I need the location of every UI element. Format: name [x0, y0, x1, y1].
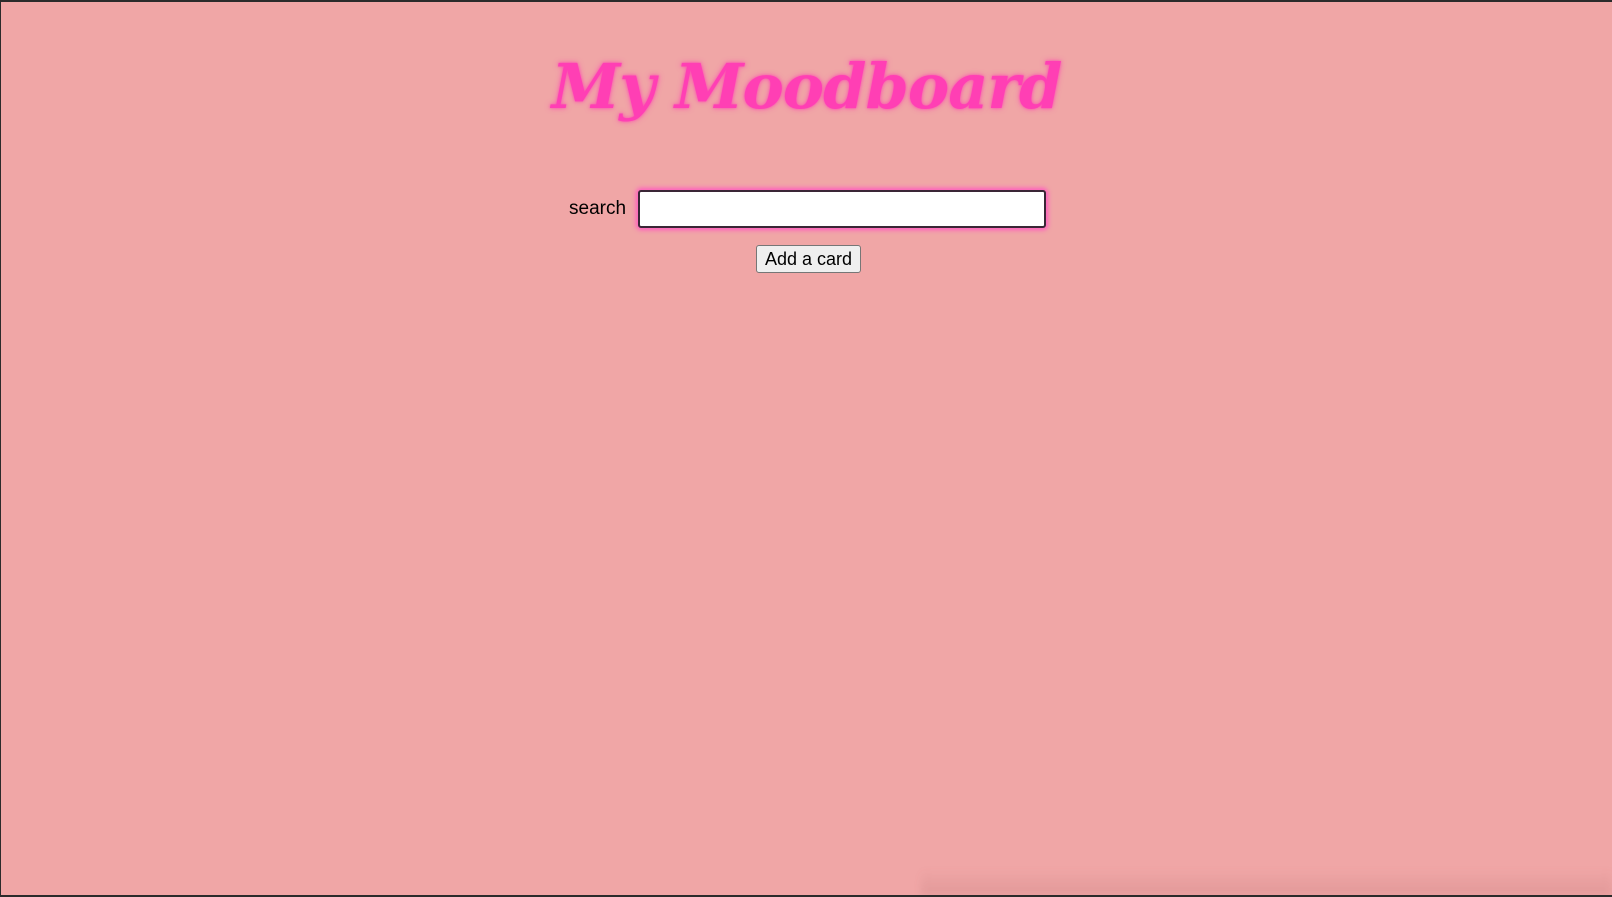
bottom-shadow-decoration [921, 869, 1612, 895]
page-title: My Moodboard [551, 50, 1063, 123]
add-card-button[interactable]: Add a card [756, 245, 862, 273]
search-label: search [569, 198, 627, 219]
page-viewport: My Moodboard search Add a card [1, 2, 1612, 895]
search-input[interactable] [638, 190, 1047, 228]
search-row: search [569, 190, 1047, 228]
